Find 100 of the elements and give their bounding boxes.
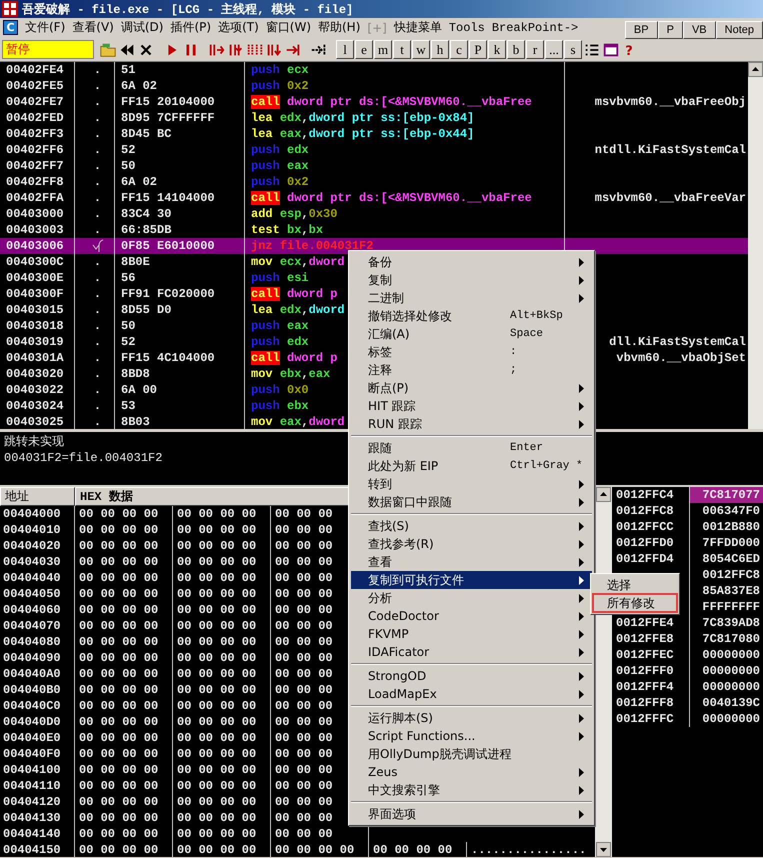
code-row[interactable]: 00402FE7 . FF15 20104000 call dword ptr ds:[<&MSVBVM60.__vbaFree msvbvm60.__vbaFreeObj (0, 94, 748, 110)
menu-item[interactable]: 文件(F) (25, 19, 66, 36)
toolbar-button[interactable]: s (564, 40, 582, 59)
marker-cell: . (94, 319, 102, 333)
instruction-cell: add esp,0x30 (245, 206, 565, 222)
address-cell: 0040301A (0, 350, 75, 366)
hex-cell: 53 (115, 398, 245, 414)
menu-item[interactable]: 选项(T) (218, 19, 259, 36)
hex-cell: 00 00 00 00 (173, 586, 271, 602)
menu-item[interactable]: BreakPoint-> (492, 20, 578, 34)
menu-item[interactable]: 查看(V) (72, 19, 114, 36)
hex-cell: 00 00 00 00 (75, 586, 173, 602)
toolbar-button[interactable]: l (336, 40, 354, 59)
hex-cell: 8D45 BC (115, 126, 245, 142)
hex-cell: 00 00 00 00 (75, 730, 173, 746)
code-row[interactable]: 00402FF3 . 8D45 BC lea eax,dword ptr ss:[ebp-0x44] (0, 126, 748, 142)
code-row[interactable]: 00402FF8 . 6A 02 push 0x2 (0, 174, 748, 190)
hex-cell: 00 00 00 00 (75, 618, 173, 634)
marker-cell: . (94, 79, 102, 93)
ascii-cell-text: ................ (470, 842, 586, 857)
hex-cell: 00 00 00 00 (173, 810, 271, 826)
hex-cell: 00 00 00 00 (173, 554, 271, 570)
toolbar-button[interactable]: h (431, 40, 449, 59)
marker-cell: . (94, 127, 102, 141)
toolbar-button[interactable]: b (507, 40, 525, 59)
code-row[interactable]: 00402FF6 . 52 push edx ntdll.KiFastSystemCal (0, 142, 748, 158)
toolbar-button[interactable]: t (393, 40, 411, 59)
marker-cell: . (94, 351, 102, 365)
address-cell: 0012FFE8 (616, 632, 674, 646)
window-icon[interactable] (602, 41, 620, 59)
hex-cell: 00 00 00 00 (75, 650, 173, 666)
hex-cell: 00 00 00 00 (173, 794, 271, 810)
toolbar-button[interactable]: r (526, 40, 544, 59)
open-folder-icon[interactable] (99, 41, 117, 59)
value-cell-text: 00000000 (701, 663, 761, 679)
toolbar-button[interactable]: k (488, 40, 506, 59)
menu-item[interactable]: 跟随 Enter (351, 439, 592, 457)
code-row[interactable]: 00402FED . 8D95 7CFFFFFF lea edx,dword ptr ss:[ebp-0x84] (0, 110, 748, 126)
scroll-down-icon[interactable] (595, 842, 612, 857)
toolbar-button[interactable]: P (469, 40, 487, 59)
address-cell: 0012FFE4 (616, 616, 674, 630)
marker-cell: . (94, 143, 102, 157)
hex-cell: 8B0E (115, 254, 245, 270)
status-field: 暂停 (2, 40, 94, 59)
toolbar-button[interactable]: VB (682, 21, 716, 39)
scroll-up-icon[interactable] (748, 62, 763, 77)
menu-item[interactable]: 快捷菜单 (394, 19, 442, 36)
marker-cell: . (94, 207, 102, 221)
scrollbar[interactable] (748, 62, 763, 429)
code-row[interactable]: 00402FE4 . 51 push ecx (0, 62, 748, 78)
toolbar-button[interactable]: P (658, 21, 683, 39)
address-cell: 004040E0 (0, 730, 75, 746)
toolbar-button[interactable]: BP (624, 21, 658, 39)
menu-item[interactable]: 选择 (593, 576, 677, 594)
menu-item[interactable]: 窗口(W) (266, 19, 311, 36)
code-row[interactable]: 00402FE5 . 6A 02 push 0x2 (0, 78, 748, 94)
address-cell: 00404060 (0, 602, 75, 618)
instruction-cell: push ecx (245, 62, 565, 78)
comment-cell: vbvm60.__vbaObjSet (616, 351, 746, 365)
toolbar-button[interactable]: Notep (716, 21, 763, 39)
hex-cell: 00 00 00 00 (75, 842, 173, 857)
toolbar-button[interactable]: c (450, 40, 468, 59)
hex-cell: 00 00 00 00 (75, 810, 173, 826)
menu-item[interactable]: 帮助(H) (318, 19, 360, 36)
menu-item[interactable]: 复制到可执行文件 (351, 571, 592, 589)
address-cell: 00403006 (0, 238, 75, 254)
hex-cell: 83C4 30 (115, 206, 245, 222)
toolbar-button[interactable]: w (412, 40, 430, 59)
address-cell: 0040300E (0, 270, 75, 286)
address-cell: 0012FFD4 (616, 552, 674, 566)
code-row[interactable]: 00402FF7 . 50 push eax (0, 158, 748, 174)
menu-item[interactable]: 此处为新 EIP Ctrl+Gray * (351, 457, 592, 475)
plugin-logo[interactable]: C (3, 20, 18, 35)
toolbar-button[interactable]: e (355, 40, 373, 59)
address-cell: 0012FFD0 (616, 536, 674, 550)
marker-cell: . (94, 63, 102, 77)
comment-cell: dll.KiFastSystemCal (609, 335, 746, 349)
value-cell-text: 0040139C (701, 695, 761, 711)
column-header[interactable]: 地址 (0, 487, 75, 506)
window-title: 吾爱破解 - file.exe - [LCG - 主线程, 模块 - file] (22, 2, 354, 18)
value-cell-text: 85A837E8 (701, 583, 761, 599)
code-row[interactable]: 00403000 . 83C4 30 add esp,0x30 (0, 206, 748, 222)
menu-item[interactable]: 调试(D) (120, 19, 164, 36)
code-row[interactable]: 00402FFA . FF15 14104000 call dword ptr ds:[<&MSVBVM60.__vbaFree msvbvm60.__vbaFreeVar (0, 190, 748, 206)
menu-item[interactable]: 所有修改 (593, 594, 677, 612)
hex-cell: 00 00 00 00 (75, 522, 173, 538)
toolbar-button[interactable]: m (374, 40, 392, 59)
code-row[interactable]: 00403006 0F85 E6010000 jnz file.004031F2 (0, 238, 748, 254)
help-button[interactable]: ? (621, 44, 637, 59)
address-cell: 0012FFCC (616, 520, 674, 534)
address-cell: 0040300C (0, 254, 75, 270)
address-cell: 00402FE4 (0, 62, 75, 78)
hex-cell: 51 (115, 62, 245, 78)
toolbar-button[interactable]: ... (545, 40, 563, 59)
hex-cell: 50 (115, 158, 245, 174)
info-line: 跳转未实现 (4, 434, 64, 450)
menu-item[interactable]: Tools (448, 20, 485, 34)
instruction-cell: push 0x2 (245, 174, 565, 190)
scroll-up-icon[interactable] (595, 487, 612, 502)
menu-item[interactable]: 插件(P) (170, 19, 212, 36)
